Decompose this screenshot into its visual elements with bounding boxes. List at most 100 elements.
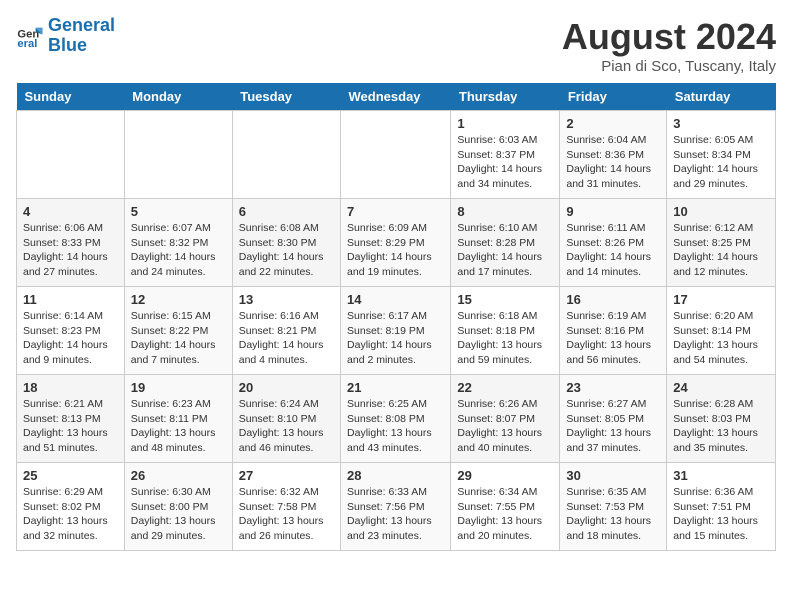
day-number: 4 bbox=[23, 204, 118, 219]
day-number: 11 bbox=[23, 292, 118, 307]
title-area: August 2024 Pian di Sco, Tuscany, Italy bbox=[562, 16, 776, 75]
week-row-4: 18 Sunrise: 6:21 AM Sunset: 8:13 PM Dayli… bbox=[17, 375, 776, 463]
calendar-cell bbox=[124, 111, 232, 199]
day-number: 14 bbox=[347, 292, 444, 307]
day-info: Sunrise: 6:12 AM Sunset: 8:25 PM Dayligh… bbox=[673, 221, 769, 280]
calendar-cell: 4 Sunrise: 6:06 AM Sunset: 8:33 PM Daylig… bbox=[17, 199, 125, 287]
day-number: 7 bbox=[347, 204, 444, 219]
day-info: Sunrise: 6:09 AM Sunset: 8:29 PM Dayligh… bbox=[347, 221, 444, 280]
calendar-cell: 31Sunrise: 6:36 AM Sunset: 7:51 PM Dayli… bbox=[667, 463, 776, 551]
calendar-cell: 9 Sunrise: 6:11 AM Sunset: 8:26 PM Daylig… bbox=[560, 199, 667, 287]
day-info: Sunrise: 6:29 AM Sunset: 8:02 PM Dayligh… bbox=[23, 485, 118, 544]
day-number: 21 bbox=[347, 380, 444, 395]
day-info: Sunrise: 6:25 AM Sunset: 8:08 PM Dayligh… bbox=[347, 397, 444, 456]
header-tuesday: Tuesday bbox=[232, 83, 340, 111]
day-number: 25 bbox=[23, 468, 118, 483]
calendar-cell: 18 Sunrise: 6:21 AM Sunset: 8:13 PM Dayli… bbox=[17, 375, 125, 463]
day-number: 8 bbox=[457, 204, 553, 219]
day-number: 10 bbox=[673, 204, 769, 219]
calendar-cell: 15Sunrise: 6:18 AM Sunset: 8:18 PM Dayli… bbox=[451, 287, 560, 375]
header-monday: Monday bbox=[124, 83, 232, 111]
calendar-cell: 25 Sunrise: 6:29 AM Sunset: 8:02 PM Dayli… bbox=[17, 463, 125, 551]
header-saturday: Saturday bbox=[667, 83, 776, 111]
calendar-cell: 14Sunrise: 6:17 AM Sunset: 8:19 PM Dayli… bbox=[341, 287, 451, 375]
day-number: 3 bbox=[673, 116, 769, 131]
day-number: 9 bbox=[566, 204, 660, 219]
day-number: 19 bbox=[131, 380, 226, 395]
calendar-cell: 28Sunrise: 6:33 AM Sunset: 7:56 PM Dayli… bbox=[341, 463, 451, 551]
day-info: Sunrise: 6:06 AM Sunset: 8:33 PM Dayligh… bbox=[23, 221, 118, 280]
day-info: Sunrise: 6:15 AM Sunset: 8:22 PM Dayligh… bbox=[131, 309, 226, 368]
calendar-cell: 7 Sunrise: 6:09 AM Sunset: 8:29 PM Daylig… bbox=[341, 199, 451, 287]
calendar-cell: 10 Sunrise: 6:12 AM Sunset: 8:25 PM Dayli… bbox=[667, 199, 776, 287]
calendar-cell: 19Sunrise: 6:23 AM Sunset: 8:11 PM Dayli… bbox=[124, 375, 232, 463]
calendar-cell: 5Sunrise: 6:07 AM Sunset: 8:32 PM Daylig… bbox=[124, 199, 232, 287]
calendar-cell: 11 Sunrise: 6:14 AM Sunset: 8:23 PM Dayli… bbox=[17, 287, 125, 375]
day-number: 12 bbox=[131, 292, 226, 307]
calendar-cell: 21 Sunrise: 6:25 AM Sunset: 8:08 PM Dayli… bbox=[341, 375, 451, 463]
calendar-cell: 29Sunrise: 6:34 AM Sunset: 7:55 PM Dayli… bbox=[451, 463, 560, 551]
calendar-cell: 20 Sunrise: 6:24 AM Sunset: 8:10 PM Dayli… bbox=[232, 375, 340, 463]
day-number: 18 bbox=[23, 380, 118, 395]
logo-icon: Gen eral bbox=[16, 22, 44, 50]
calendar-cell: 12 Sunrise: 6:15 AM Sunset: 8:22 PM Dayli… bbox=[124, 287, 232, 375]
day-info: Sunrise: 6:36 AM Sunset: 7:51 PM Dayligh… bbox=[673, 485, 769, 544]
day-info: Sunrise: 6:03 AM Sunset: 8:37 PM Dayligh… bbox=[457, 133, 553, 192]
day-number: 27 bbox=[239, 468, 334, 483]
logo: Gen eral General Blue bbox=[16, 16, 115, 56]
logo-text: General Blue bbox=[48, 16, 115, 56]
day-info: Sunrise: 6:26 AM Sunset: 8:07 PM Dayligh… bbox=[457, 397, 553, 456]
day-info: Sunrise: 6:30 AM Sunset: 8:00 PM Dayligh… bbox=[131, 485, 226, 544]
calendar-cell: 30Sunrise: 6:35 AM Sunset: 7:53 PM Dayli… bbox=[560, 463, 667, 551]
calendar-cell: 8Sunrise: 6:10 AM Sunset: 8:28 PM Daylig… bbox=[451, 199, 560, 287]
day-number: 30 bbox=[566, 468, 660, 483]
day-number: 29 bbox=[457, 468, 553, 483]
day-number: 24 bbox=[673, 380, 769, 395]
header-sunday: Sunday bbox=[17, 83, 125, 111]
day-info: Sunrise: 6:11 AM Sunset: 8:26 PM Dayligh… bbox=[566, 221, 660, 280]
calendar-cell: 22 Sunrise: 6:26 AM Sunset: 8:07 PM Dayli… bbox=[451, 375, 560, 463]
day-number: 1 bbox=[457, 116, 553, 131]
calendar-cell: 16 Sunrise: 6:19 AM Sunset: 8:16 PM Dayli… bbox=[560, 287, 667, 375]
day-info: Sunrise: 6:27 AM Sunset: 8:05 PM Dayligh… bbox=[566, 397, 660, 456]
day-number: 22 bbox=[457, 380, 553, 395]
calendar-cell: 3 Sunrise: 6:05 AM Sunset: 8:34 PM Daylig… bbox=[667, 111, 776, 199]
calendar-cell bbox=[232, 111, 340, 199]
day-number: 23 bbox=[566, 380, 660, 395]
day-info: Sunrise: 6:24 AM Sunset: 8:10 PM Dayligh… bbox=[239, 397, 334, 456]
day-info: Sunrise: 6:21 AM Sunset: 8:13 PM Dayligh… bbox=[23, 397, 118, 456]
day-number: 17 bbox=[673, 292, 769, 307]
day-info: Sunrise: 6:14 AM Sunset: 8:23 PM Dayligh… bbox=[23, 309, 118, 368]
day-info: Sunrise: 6:07 AM Sunset: 8:32 PM Dayligh… bbox=[131, 221, 226, 280]
day-info: Sunrise: 6:19 AM Sunset: 8:16 PM Dayligh… bbox=[566, 309, 660, 368]
day-info: Sunrise: 6:28 AM Sunset: 8:03 PM Dayligh… bbox=[673, 397, 769, 456]
calendar-cell: 1 Sunrise: 6:03 AM Sunset: 8:37 PM Daylig… bbox=[451, 111, 560, 199]
calendar-cell bbox=[17, 111, 125, 199]
day-number: 13 bbox=[239, 292, 334, 307]
header-thursday: Thursday bbox=[451, 83, 560, 111]
header-friday: Friday bbox=[560, 83, 667, 111]
location: Pian di Sco, Tuscany, Italy bbox=[562, 58, 776, 75]
week-row-3: 11 Sunrise: 6:14 AM Sunset: 8:23 PM Dayli… bbox=[17, 287, 776, 375]
day-info: Sunrise: 6:05 AM Sunset: 8:34 PM Dayligh… bbox=[673, 133, 769, 192]
week-row-5: 25 Sunrise: 6:29 AM Sunset: 8:02 PM Dayli… bbox=[17, 463, 776, 551]
day-number: 2 bbox=[566, 116, 660, 131]
calendar-cell: 26 Sunrise: 6:30 AM Sunset: 8:00 PM Dayli… bbox=[124, 463, 232, 551]
calendar-cell: 23 Sunrise: 6:27 AM Sunset: 8:05 PM Dayli… bbox=[560, 375, 667, 463]
day-number: 26 bbox=[131, 468, 226, 483]
calendar-cell: 2 Sunrise: 6:04 AM Sunset: 8:36 PM Daylig… bbox=[560, 111, 667, 199]
day-info: Sunrise: 6:04 AM Sunset: 8:36 PM Dayligh… bbox=[566, 133, 660, 192]
calendar-cell: 6Sunrise: 6:08 AM Sunset: 8:30 PM Daylig… bbox=[232, 199, 340, 287]
month-title: August 2024 bbox=[562, 16, 776, 58]
calendar-cell bbox=[341, 111, 451, 199]
day-info: Sunrise: 6:20 AM Sunset: 8:14 PM Dayligh… bbox=[673, 309, 769, 368]
day-info: Sunrise: 6:32 AM Sunset: 7:58 PM Dayligh… bbox=[239, 485, 334, 544]
week-row-2: 4 Sunrise: 6:06 AM Sunset: 8:33 PM Daylig… bbox=[17, 199, 776, 287]
calendar-table: SundayMondayTuesdayWednesdayThursdayFrid… bbox=[16, 83, 776, 551]
day-info: Sunrise: 6:18 AM Sunset: 8:18 PM Dayligh… bbox=[457, 309, 553, 368]
calendar-cell: 13 Sunrise: 6:16 AM Sunset: 8:21 PM Dayli… bbox=[232, 287, 340, 375]
day-number: 20 bbox=[239, 380, 334, 395]
calendar-cell: 27 Sunrise: 6:32 AM Sunset: 7:58 PM Dayli… bbox=[232, 463, 340, 551]
day-number: 16 bbox=[566, 292, 660, 307]
day-info: Sunrise: 6:16 AM Sunset: 8:21 PM Dayligh… bbox=[239, 309, 334, 368]
